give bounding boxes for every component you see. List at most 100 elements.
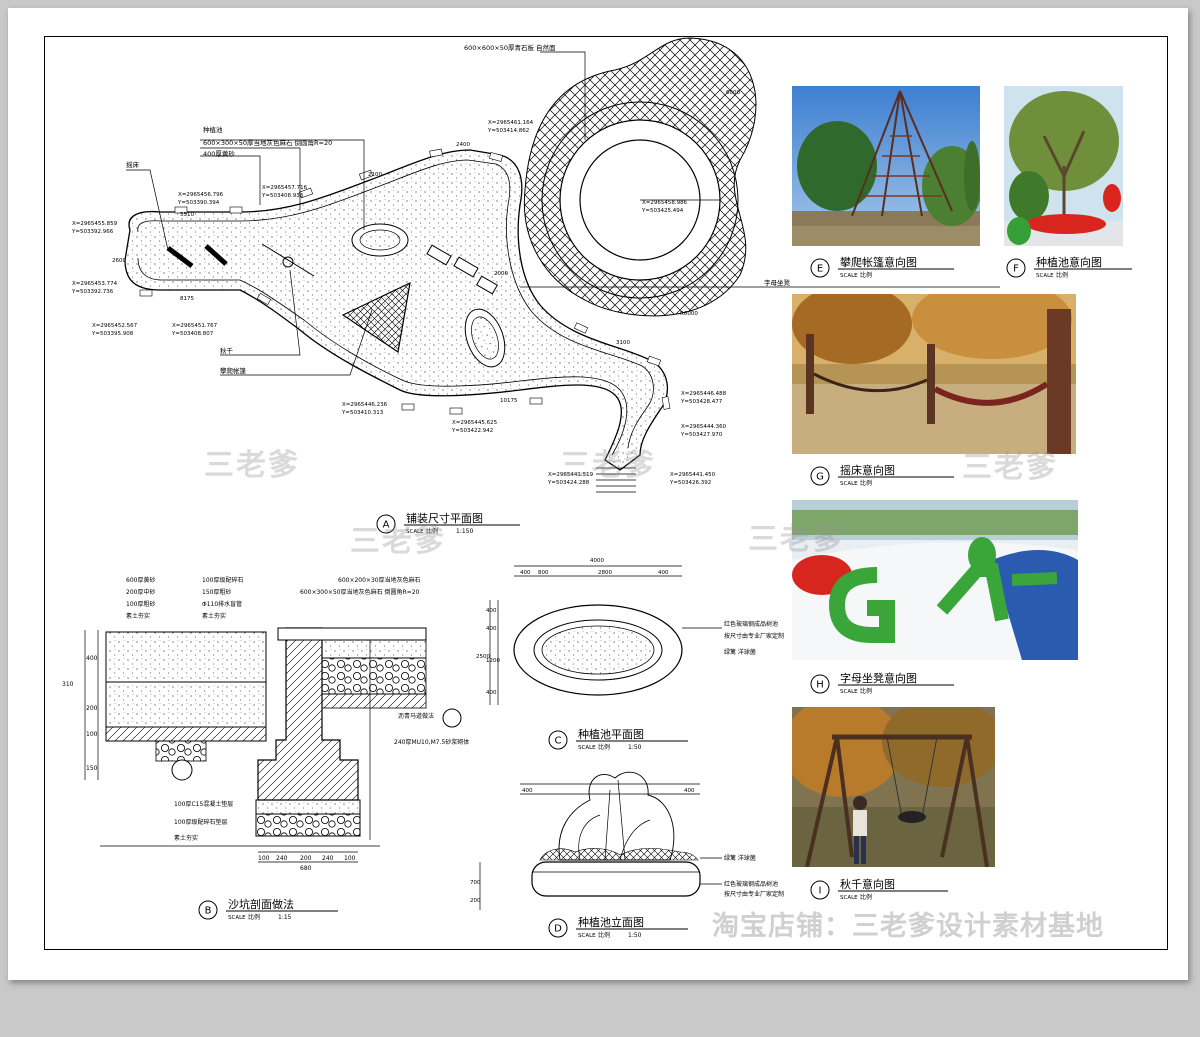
title-scale: SCALE: [840, 895, 858, 901]
title-scale: SCALE: [840, 689, 858, 695]
title-scale: SCALE: [578, 745, 596, 751]
dim-label: 240: [322, 855, 334, 862]
title-ratio: 1:150: [456, 528, 473, 535]
title-scale: SCALE: [840, 481, 858, 487]
title-name: 秋千意向图: [840, 877, 895, 891]
coord-label: X=2965452.567: [92, 323, 138, 329]
title-name: 种植池立面图: [578, 915, 644, 929]
dim-label: 2600: [112, 258, 126, 264]
granite-note: 600×300×50厚当地灰色麻石 倒圆角R=20: [203, 138, 332, 147]
dim-label: 400: [486, 626, 497, 632]
dim-label: 200: [86, 705, 98, 712]
title-name: 沙坑剖面做法: [228, 897, 294, 911]
title-scale-cn: 比例: [860, 893, 872, 901]
coord-label: Y=503395.908: [91, 331, 134, 337]
dim-label: 5510: [180, 212, 194, 218]
title-scale-cn: 比例: [860, 687, 872, 695]
title-block-d: D 种植池立面图 SCALE 比例 1:50: [548, 915, 688, 939]
dim-label: 400: [86, 655, 98, 662]
title-scale: SCALE: [578, 933, 596, 939]
title-scale-cn: 比例: [598, 931, 610, 939]
dim-label: 2100: [368, 172, 382, 178]
layer-note: 素土夯实: [202, 612, 226, 620]
coord-label: Y=503408.933: [261, 193, 304, 199]
dim-label: R6000: [680, 311, 698, 317]
coord-label: Y=503425.494: [641, 208, 684, 214]
title-ratio: 1:15: [278, 914, 292, 921]
planting-pool-note: 种植池: [203, 125, 223, 134]
coord-label: Y=503426.392: [669, 480, 711, 486]
watermark: 三老爹: [350, 524, 446, 559]
coord-label: X=2965455.859: [72, 221, 118, 227]
dim-label: 400: [486, 690, 497, 696]
granite-note: 600×200×30厚当地灰色麻石: [338, 576, 421, 584]
title-ratio: 1:50: [628, 932, 642, 939]
layer-note: 100厚级配碎石: [202, 576, 243, 584]
coord-label: X=2965446.488: [681, 391, 727, 397]
section-note: 素土夯实: [174, 834, 198, 842]
watermark: 三老爹: [560, 448, 656, 483]
coord-label: Y=503410.313: [341, 410, 384, 416]
layer-note: 150厚粗砂: [202, 588, 231, 596]
coord-label: X=2965445.625: [452, 420, 498, 426]
coord-label: X=2965451.767: [172, 323, 218, 329]
granite-note: 600×300×50厚当地灰色麻石 倒圆角R=20: [300, 588, 420, 596]
title-letter: B: [205, 906, 212, 917]
pool-note: 按尺寸由专业厂家定制: [724, 890, 784, 898]
title-scale-cn: 比例: [860, 271, 872, 279]
pool-note: 绿篱 洋球菌: [724, 648, 756, 656]
coord-label: Y=503414.862: [487, 128, 529, 134]
title-ratio: 1:50: [628, 744, 642, 751]
swing-note: 秋千: [220, 346, 234, 355]
dim-label: 10175: [500, 398, 518, 404]
sand-note: 400厚黄砂: [203, 149, 235, 158]
coord-label: Y=503408.807: [171, 331, 214, 337]
dim-label: 400: [684, 788, 695, 794]
layer-note: 素土夯实: [126, 612, 150, 620]
dim-label: 2400: [456, 142, 470, 148]
section-b: 600厚黄砂 200厚中砂 100厚粗砂 素土夯实 100厚级配碎石 150厚粗…: [62, 576, 469, 872]
title-block-i: I 秋千意向图 SCALE 比例: [810, 877, 948, 901]
title-scale: SCALE: [1036, 273, 1054, 279]
dim-label: 6000: [726, 90, 740, 96]
title-letter: I: [819, 886, 822, 897]
coord-label: X=2965453.774: [72, 281, 118, 287]
climbing-tent-note: 攀爬帐篷: [220, 366, 247, 375]
coord-label: Y=503427.970: [680, 432, 723, 438]
dim-label: 240: [276, 855, 288, 862]
title-block-h: H 字母坐凳意向图 SCALE 比例: [810, 671, 954, 695]
title-scale: SCALE: [228, 915, 246, 921]
title-letter: F: [1013, 264, 1019, 275]
dim-label: 680: [300, 865, 312, 872]
title-letter: G: [816, 472, 824, 483]
coord-label: X=2965446.236: [342, 402, 388, 408]
dim-label: 400: [658, 570, 669, 576]
title-name: 摇床意向图: [840, 463, 895, 477]
layer-note: 200厚中砂: [126, 588, 155, 596]
pool-note: 红色玻璃钢成品树池: [724, 620, 778, 628]
photo-planting-pool: [1004, 86, 1123, 246]
pool-note: 绿篱 洋球菌: [724, 854, 756, 862]
layer-note: 100厚粗砂: [126, 600, 155, 608]
coord-label: X=2965444.360: [681, 424, 727, 430]
dim-label: 100: [86, 731, 98, 738]
dim-label: 400: [486, 608, 497, 614]
dim-label: 200: [300, 855, 312, 862]
title-name: 种植池平面图: [578, 727, 644, 741]
title-scale: SCALE: [840, 273, 858, 279]
title-block-b: B 沙坑剖面做法 SCALE 比例 1:15: [198, 897, 338, 921]
dim-label: 150: [86, 765, 98, 772]
section-note: 240厚MU10,M7.5砂浆砌体: [394, 738, 469, 746]
watermark: 三老爹: [748, 522, 844, 557]
dim-label: 400: [520, 570, 531, 576]
title-name: 攀爬帐篷意向图: [840, 255, 917, 269]
hammock-note: 摇床: [126, 160, 140, 169]
dim-label: 800: [538, 570, 549, 576]
watermark: 三老爹: [204, 448, 300, 483]
pool-note: 红色玻璃钢成品树池: [724, 880, 778, 888]
photo-hammock: [792, 294, 1076, 454]
title-name: 种植池意向图: [1036, 255, 1102, 269]
title-letter: E: [817, 264, 823, 275]
pool-elevation-d: 400 400 700 200 绿篱 洋球菌 红色玻璃钢成品树池 按尺寸由专业厂…: [470, 771, 784, 910]
dim-label: 1200: [486, 658, 500, 664]
